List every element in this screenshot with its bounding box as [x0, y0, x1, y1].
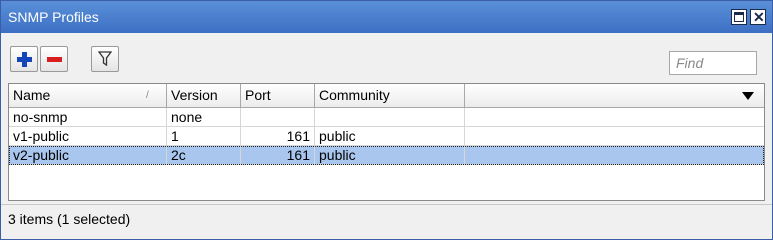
- column-header-port-label: Port: [245, 87, 271, 103]
- cell-community: public: [315, 127, 465, 146]
- cell-version: 2c: [167, 146, 241, 165]
- column-header-community-label: Community: [319, 87, 390, 103]
- cell-port: 161: [241, 127, 315, 146]
- close-icon[interactable]: ✕: [750, 9, 766, 25]
- add-button[interactable]: [10, 46, 38, 72]
- toolbar: [1, 33, 772, 83]
- remove-button[interactable]: [40, 46, 68, 72]
- status-text: 3 items (1 selected): [8, 211, 131, 227]
- cell-empty: [465, 146, 764, 165]
- cell-port: 161: [241, 146, 315, 165]
- title-bar[interactable]: SNMP Profiles ✕: [1, 1, 772, 33]
- window-title: SNMP Profiles: [8, 9, 99, 25]
- column-header-version-label: Version: [171, 87, 218, 103]
- close-glyph: ✕: [753, 9, 765, 25]
- column-header-version[interactable]: Version: [167, 84, 241, 108]
- snmp-profiles-window: SNMP Profiles ✕ Name / Version Port: [0, 0, 773, 240]
- profiles-table: Name / Version Port Community no-snmp no…: [8, 83, 765, 201]
- cell-version: 1: [167, 127, 241, 146]
- cell-name: no-snmp: [9, 108, 167, 127]
- table-row[interactable]: no-snmp none: [9, 108, 764, 127]
- table-row-selected[interactable]: v2-public 2c 161 public: [9, 146, 764, 165]
- minus-icon: [47, 57, 62, 62]
- column-menu-dropdown-icon[interactable]: [742, 92, 754, 100]
- cell-port: [241, 108, 315, 127]
- column-header-filler: [465, 84, 764, 108]
- find-input[interactable]: [669, 51, 757, 75]
- cell-version: none: [167, 108, 241, 127]
- sort-indicator-icon: /: [146, 90, 149, 101]
- plus-icon-bar: [17, 57, 32, 62]
- cell-community: [315, 108, 465, 127]
- cell-empty: [465, 108, 764, 127]
- cell-community: public: [315, 146, 465, 165]
- filter-icon: [98, 51, 112, 67]
- filter-button[interactable]: [91, 46, 119, 72]
- column-header-community[interactable]: Community: [315, 84, 465, 108]
- column-header-port[interactable]: Port: [241, 84, 315, 108]
- cell-name: v1-public: [9, 127, 167, 146]
- maximize-icon[interactable]: [731, 9, 747, 25]
- status-bar: 3 items (1 selected): [1, 204, 772, 232]
- cell-name: v2-public: [9, 146, 167, 165]
- cell-empty: [465, 127, 764, 146]
- table-row[interactable]: v1-public 1 161 public: [9, 127, 764, 146]
- column-header-name[interactable]: Name /: [9, 84, 167, 108]
- column-header-name-label: Name: [13, 87, 51, 103]
